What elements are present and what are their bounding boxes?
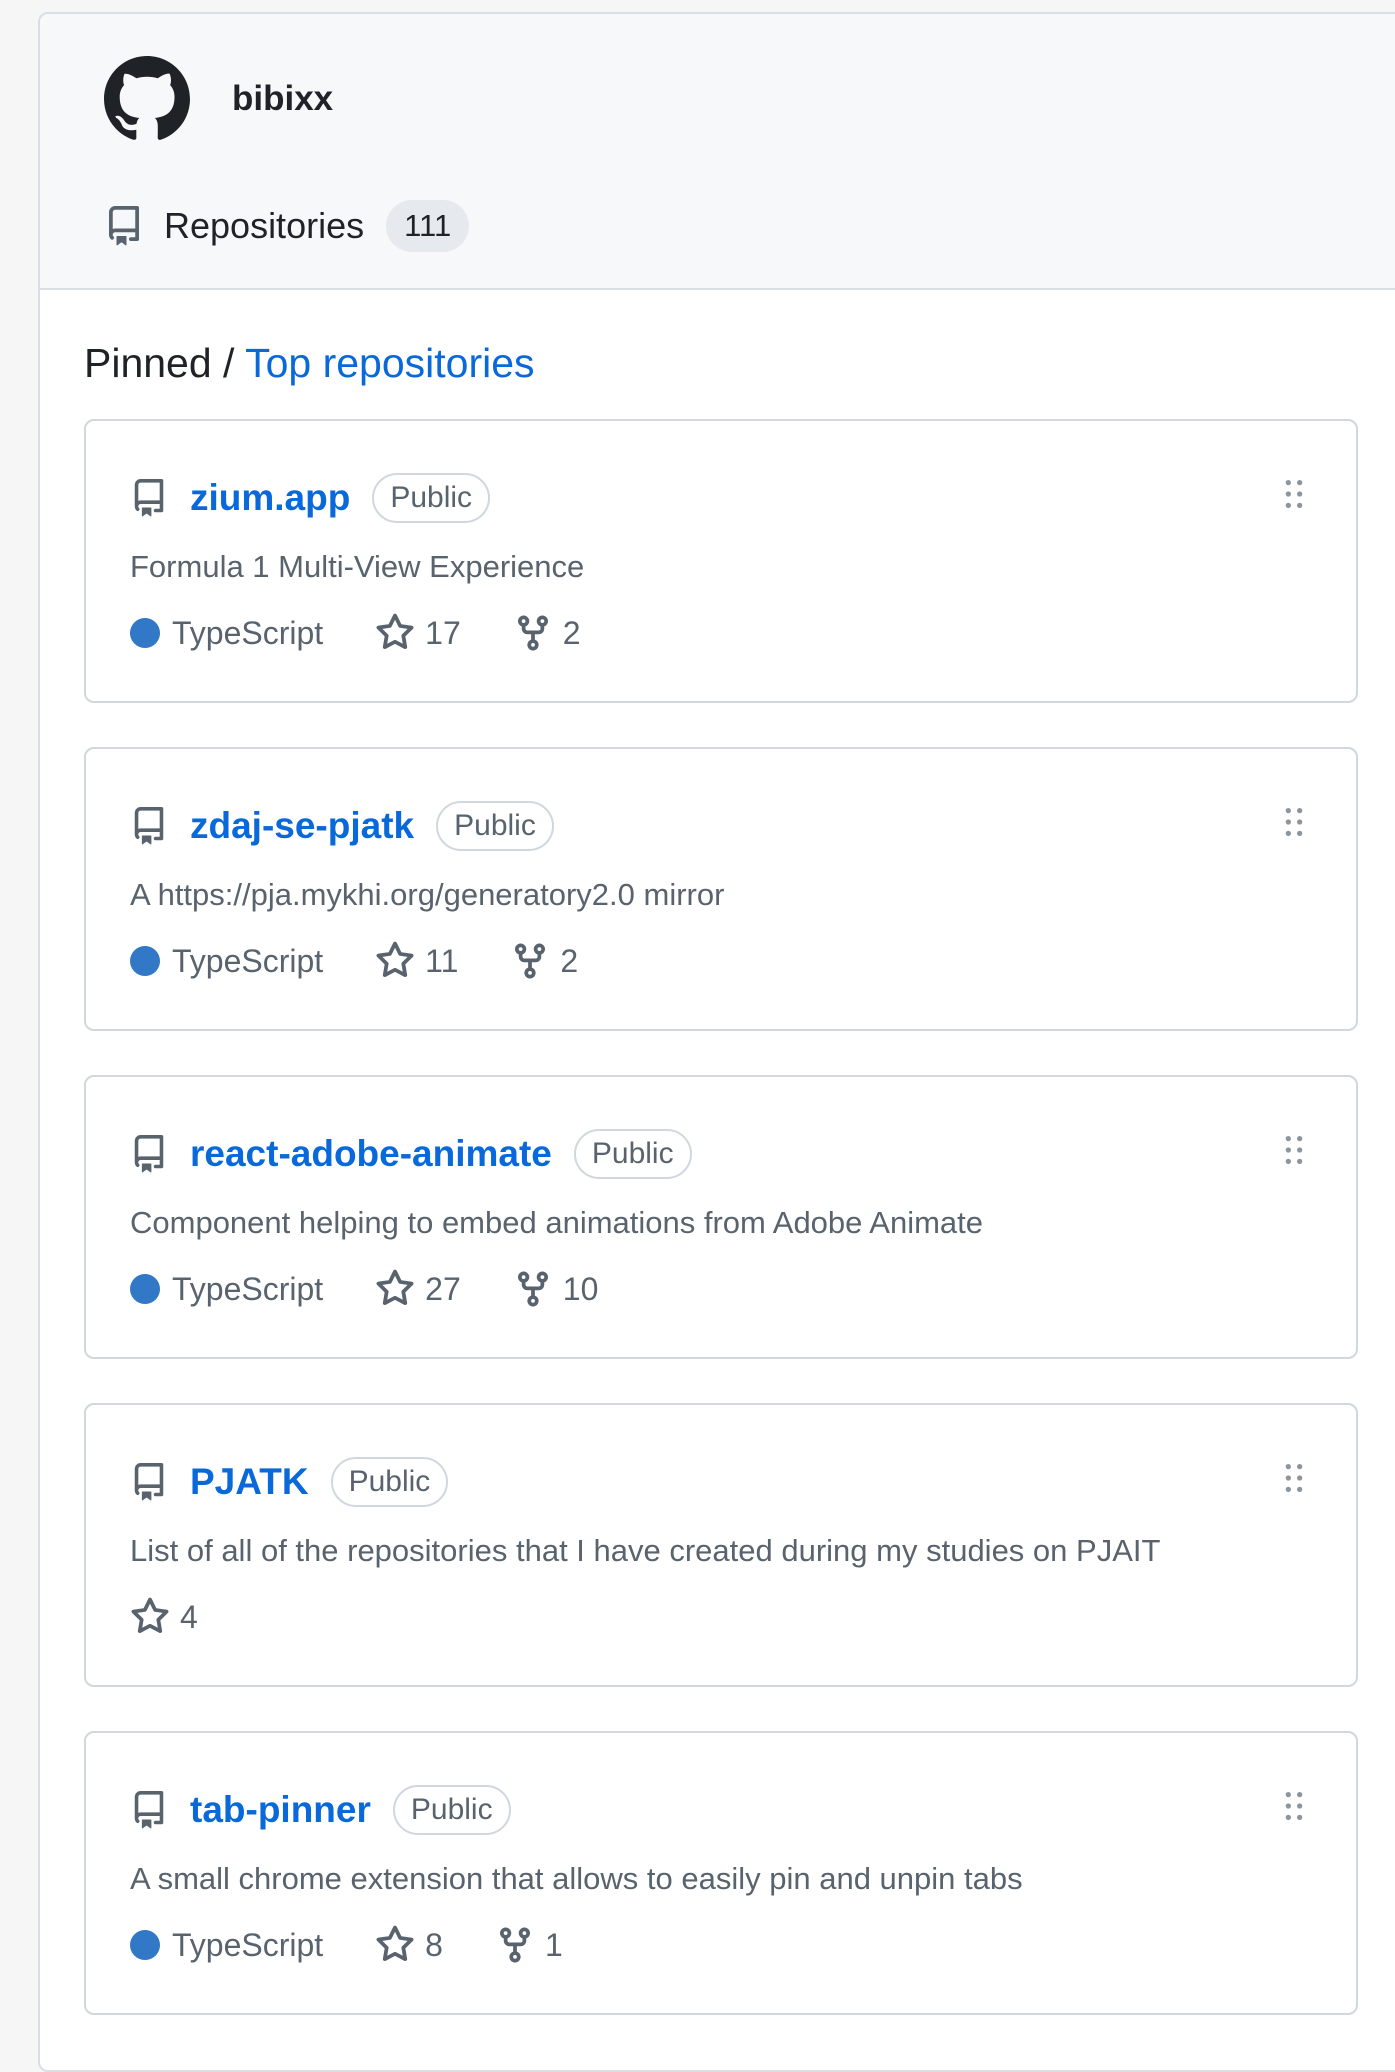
fork-icon[interactable] bbox=[495, 1925, 535, 1965]
star-count[interactable]: 27 bbox=[425, 1271, 461, 1308]
pinned-section-title: Pinned / Top repositories bbox=[84, 340, 535, 387]
star-icon[interactable] bbox=[375, 613, 415, 653]
fork-count[interactable]: 2 bbox=[560, 943, 578, 980]
pinned-repo-card: tab-pinner Public A small chrome extensi… bbox=[84, 1731, 1358, 2015]
repo-card-head: PJATK Public bbox=[130, 1457, 449, 1507]
language-color-dot bbox=[130, 946, 160, 976]
repo-meta: TypeScript 11 2 bbox=[130, 941, 630, 981]
repo-name-link[interactable]: zium.app bbox=[190, 477, 350, 519]
tab-repositories-label: Repositories bbox=[164, 205, 365, 246]
repo-meta: TypeScript 8 1 bbox=[130, 1925, 615, 1965]
repo-description: A https://pja.mykhi.org/generatory2.0 mi… bbox=[130, 877, 725, 912]
language-color-dot bbox=[130, 1930, 160, 1960]
fork-icon[interactable] bbox=[513, 613, 553, 653]
fork-count[interactable]: 10 bbox=[563, 1271, 599, 1308]
drag-handle-icon[interactable] bbox=[1282, 805, 1306, 839]
profile-header: bibixx Repositories 111 bbox=[40, 14, 1395, 290]
pinned-repo-card: zium.app Public Formula 1 Multi-View Exp… bbox=[84, 419, 1358, 703]
repo-icon bbox=[134, 807, 164, 845]
repo-meta: 4 bbox=[130, 1597, 250, 1637]
repo-card-head: tab-pinner Public bbox=[130, 1785, 511, 1835]
star-icon[interactable] bbox=[375, 941, 415, 981]
drag-handle-icon[interactable] bbox=[1282, 1133, 1306, 1167]
star-count[interactable]: 8 bbox=[425, 1927, 443, 1964]
pinned-repo-card: react-adobe-animate Public Component hel… bbox=[84, 1075, 1358, 1359]
repo-card-head: zdaj-se-pjatk Public bbox=[130, 801, 554, 851]
star-icon[interactable] bbox=[375, 1925, 415, 1965]
pinned-title-prefix: Pinned / bbox=[84, 340, 246, 386]
repo-name-link[interactable]: tab-pinner bbox=[190, 1789, 371, 1831]
pinned-repo-card: zdaj-se-pjatk Public A https://pja.mykhi… bbox=[84, 747, 1358, 1031]
pinned-repo-card: PJATK Public List of all of the reposito… bbox=[84, 1403, 1358, 1687]
drag-handle-icon[interactable] bbox=[1282, 1789, 1306, 1823]
fork-icon[interactable] bbox=[510, 941, 550, 981]
repo-language: TypeScript bbox=[172, 614, 324, 651]
repo-meta: TypeScript 27 10 bbox=[130, 1269, 650, 1309]
fork-icon[interactable] bbox=[513, 1269, 553, 1309]
visibility-badge: Public bbox=[330, 1457, 449, 1507]
repo-icon bbox=[134, 1135, 164, 1173]
repo-language: TypeScript bbox=[172, 1926, 324, 1963]
repo-meta: TypeScript 17 2 bbox=[130, 613, 633, 653]
repo-card-head: react-adobe-animate Public bbox=[130, 1129, 692, 1179]
visibility-badge: Public bbox=[372, 473, 491, 523]
repo-icon bbox=[109, 206, 139, 246]
star-count[interactable]: 17 bbox=[425, 615, 461, 652]
repo-name-link[interactable]: zdaj-se-pjatk bbox=[190, 805, 414, 847]
repo-description: Component helping to embed animations fr… bbox=[130, 1205, 984, 1240]
language-color-dot bbox=[130, 1274, 160, 1304]
star-count[interactable]: 4 bbox=[180, 1599, 198, 1636]
repo-name-link[interactable]: react-adobe-animate bbox=[190, 1133, 552, 1175]
visibility-badge: Public bbox=[436, 801, 554, 851]
repo-description: A small chrome extension that allows to … bbox=[130, 1861, 1023, 1896]
repo-description: Formula 1 Multi-View Experience bbox=[130, 549, 585, 584]
username[interactable]: bibixx bbox=[232, 79, 333, 119]
repo-name-link[interactable]: PJATK bbox=[190, 1461, 309, 1503]
top-repositories-link[interactable]: Top repositories bbox=[245, 340, 534, 386]
repositories-count-badge: 111 bbox=[386, 200, 470, 252]
repo-icon bbox=[134, 479, 164, 517]
repo-description: List of all of the repositories that I h… bbox=[130, 1533, 1161, 1568]
repo-icon bbox=[134, 1791, 164, 1829]
profile-panel: bibixx Repositories 111 Pinned / Top rep… bbox=[38, 12, 1395, 2072]
star-icon[interactable] bbox=[375, 1269, 415, 1309]
star-icon[interactable] bbox=[130, 1597, 170, 1637]
user-row[interactable]: bibixx bbox=[104, 56, 333, 142]
language-color-dot bbox=[130, 618, 160, 648]
tab-repositories[interactable]: Repositories 111 bbox=[104, 200, 470, 252]
repo-card-head: zium.app Public bbox=[130, 473, 491, 523]
drag-handle-icon[interactable] bbox=[1282, 477, 1306, 511]
drag-handle-icon[interactable] bbox=[1282, 1461, 1306, 1495]
star-count[interactable]: 11 bbox=[425, 943, 458, 980]
github-logo-icon bbox=[104, 56, 190, 140]
fork-count[interactable]: 1 bbox=[545, 1927, 563, 1964]
repo-icon bbox=[134, 1463, 164, 1501]
visibility-badge: Public bbox=[392, 1785, 511, 1835]
fork-count[interactable]: 2 bbox=[563, 615, 581, 652]
repo-language: TypeScript bbox=[172, 942, 324, 979]
visibility-badge: Public bbox=[573, 1129, 692, 1179]
repo-language: TypeScript bbox=[172, 1270, 324, 1307]
